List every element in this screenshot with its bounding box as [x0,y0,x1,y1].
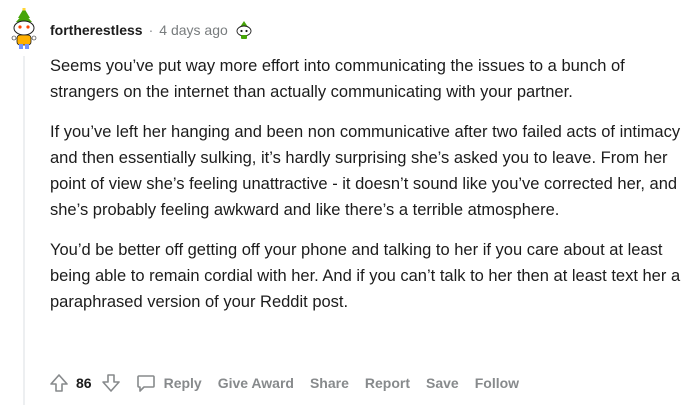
report-button[interactable]: Report [365,375,410,391]
comment-paragraph: You’d be better off getting off your pho… [50,241,681,311]
save-button[interactable]: Save [426,375,459,391]
downvote-icon[interactable] [100,372,122,394]
vote-score: 86 [76,375,92,391]
speech-bubble-icon [136,375,155,392]
snoo-avatar-icon [11,7,37,49]
user-avatar[interactable] [6,7,42,50]
give-award-button[interactable]: Give Award [218,375,294,391]
upvote-icon[interactable] [48,372,70,394]
comment-actions: 86 Reply Give Award Share Report Save Fo… [48,370,535,396]
share-button[interactable]: Share [310,375,349,391]
timestamp[interactable]: 4 days ago [159,22,228,38]
username[interactable]: fortherestless [50,22,143,38]
comment-paragraph: Seems you’ve put way more effort into co… [50,57,625,101]
thread-line[interactable] [23,56,25,405]
comment-body: Seems you’ve put way more effort into co… [50,53,690,329]
snoo-award-icon [234,20,254,40]
comment-paragraph: If you’ve left her hanging and been non … [50,123,681,219]
reply-button[interactable]: Reply [136,373,202,393]
separator-dot: · [148,22,154,38]
reply-label: Reply [163,375,202,391]
follow-button[interactable]: Follow [475,375,519,391]
comment-header: fortherestless · 4 days ago [50,20,254,40]
